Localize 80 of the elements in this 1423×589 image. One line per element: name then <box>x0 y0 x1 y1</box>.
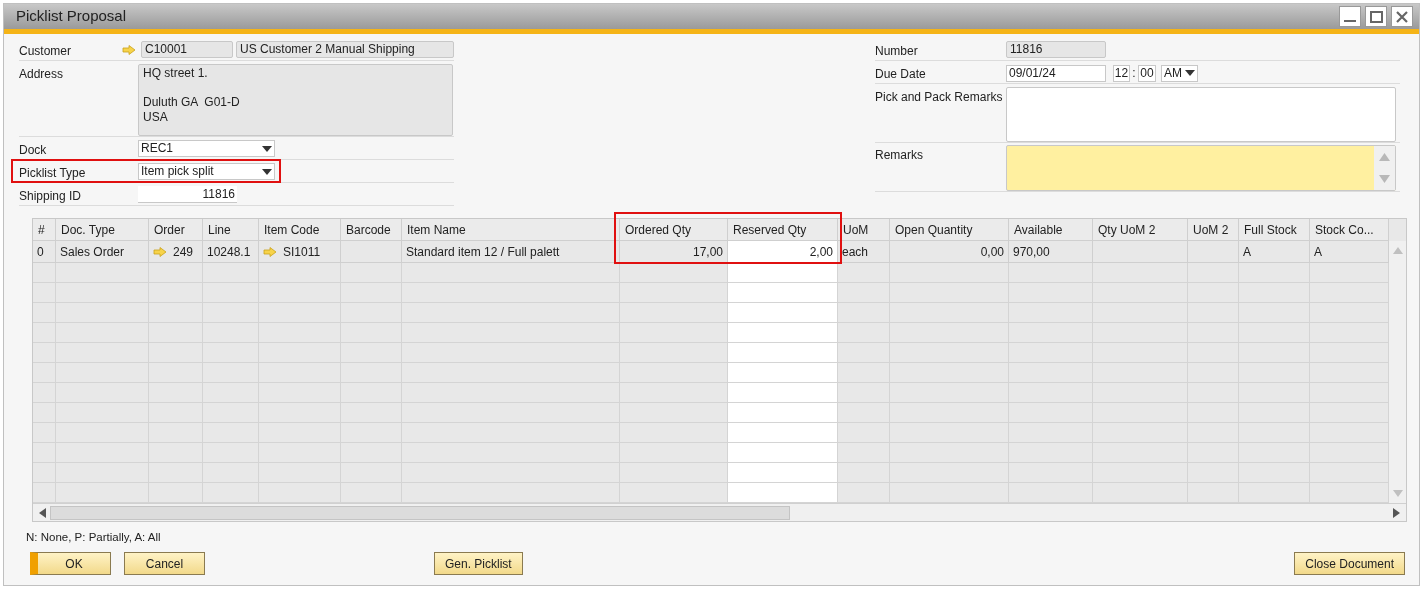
column-header[interactable]: Item Code <box>259 219 341 241</box>
minute-field[interactable]: 00 <box>1138 64 1156 82</box>
action-button[interactable]: OK <box>30 552 111 576</box>
column-header[interactable]: UoM 2 <box>1188 219 1239 241</box>
customer-name-field[interactable]: US Customer 2 Manual Shipping <box>236 41 454 58</box>
table-cell: 0,00 <box>890 241 1009 263</box>
column-header[interactable]: Barcode <box>341 219 402 241</box>
column-header[interactable]: Order <box>149 219 203 241</box>
table-cell: Sales Order <box>56 241 149 263</box>
customer-code-field[interactable]: C10001 <box>141 41 233 58</box>
caret-icon <box>262 145 272 152</box>
table-cell: A <box>1239 241 1310 263</box>
table-cell: 0 <box>33 241 56 263</box>
field-label: Remarks <box>875 147 924 164</box>
shipping-id-field[interactable]: 11816 <box>138 186 237 203</box>
maximize-icon <box>1369 10 1383 23</box>
minimize-button[interactable] <box>1339 6 1361 27</box>
scrollbar[interactable] <box>1374 146 1395 190</box>
column-header[interactable]: UoM <box>838 219 890 241</box>
column-header[interactable]: Full Stock <box>1239 219 1310 241</box>
remarks-field[interactable] <box>1006 145 1396 191</box>
window-title: Picklist Proposal <box>16 6 127 27</box>
table-cell <box>1188 241 1239 263</box>
link-arrow-icon[interactable] <box>153 246 167 257</box>
column-header[interactable]: Item Name <box>402 219 620 241</box>
scrollbar-thumb[interactable] <box>50 505 790 520</box>
field-label: Shipping ID <box>19 188 83 205</box>
address-field[interactable]: HQ street 1. Duluth GA G01-D USA <box>138 64 453 136</box>
number-field[interactable]: 11816 <box>1006 41 1106 58</box>
scroll-right-icon[interactable] <box>1393 507 1400 518</box>
table-cell[interactable]: 2,00 <box>728 241 838 263</box>
column-header[interactable]: Available <box>1009 219 1093 241</box>
scroll-down-icon[interactable] <box>1392 490 1403 497</box>
field-label: Dock <box>19 142 48 159</box>
table-cell: Standard item 12 / Full palett <box>402 241 620 263</box>
horizontal-scrollbar[interactable] <box>33 503 1406 521</box>
date-field[interactable]: 09/01/24 <box>1006 64 1106 82</box>
column-header[interactable]: Reserved Qty <box>728 219 838 241</box>
minimize-icon <box>1344 20 1356 22</box>
field-label: Customer <box>19 43 72 60</box>
column-header[interactable]: Ordered Qty <box>620 219 728 241</box>
column-header[interactable]: Open Quantity <box>890 219 1009 241</box>
scroll-down-icon[interactable] <box>1379 175 1390 183</box>
legend-text: N: None, P: Partially, A: All <box>26 530 162 545</box>
field-label: Address <box>19 66 65 83</box>
action-button[interactable]: Gen. Picklist <box>434 552 523 576</box>
scroll-up-icon[interactable] <box>1379 153 1390 161</box>
table-cell <box>341 241 402 263</box>
field-label: Number <box>875 43 919 60</box>
close-icon <box>1396 10 1408 23</box>
table-cell: A <box>1310 241 1389 263</box>
caret-icon <box>1185 70 1195 76</box>
hour-field[interactable]: 12 <box>1113 64 1130 82</box>
table-cell: 970,00 <box>1009 241 1093 263</box>
scroll-left-icon[interactable] <box>39 507 46 518</box>
dropdown-field[interactable]: REC1 <box>138 140 275 157</box>
table-cell: SI1011 <box>259 241 341 263</box>
column-header[interactable]: Qty UoM 2 <box>1093 219 1188 241</box>
column-header[interactable]: Stock Co... <box>1310 219 1389 241</box>
table-cell: 249 <box>149 241 203 263</box>
link-arrow-icon[interactable] <box>263 246 277 257</box>
field-label: Pick and Pack Remarks <box>875 89 1004 106</box>
dropdown-field[interactable]: Item pick split <box>138 163 275 180</box>
maximize-button[interactable] <box>1365 6 1387 27</box>
action-button[interactable]: Close Document <box>1294 552 1405 576</box>
link-arrow-icon[interactable] <box>121 44 136 55</box>
column-header[interactable]: # <box>33 219 56 241</box>
table-cell: 10248.1 <box>203 241 259 263</box>
column-header[interactable]: Line <box>203 219 259 241</box>
time-separator: : <box>1131 65 1137 82</box>
pick-pack-remarks-field[interactable] <box>1006 87 1396 142</box>
vertical-scrollbar[interactable] <box>1389 241 1406 503</box>
column-header[interactable]: Doc. Type <box>56 219 149 241</box>
ampm-dropdown[interactable]: AM <box>1161 64 1198 82</box>
field-label: Picklist Type <box>19 165 87 182</box>
close-button[interactable] <box>1391 6 1413 27</box>
caret-icon <box>262 168 272 175</box>
scroll-up-icon[interactable] <box>1392 247 1403 254</box>
action-button[interactable]: Cancel <box>124 552 205 576</box>
field-label: Due Date <box>875 66 927 83</box>
